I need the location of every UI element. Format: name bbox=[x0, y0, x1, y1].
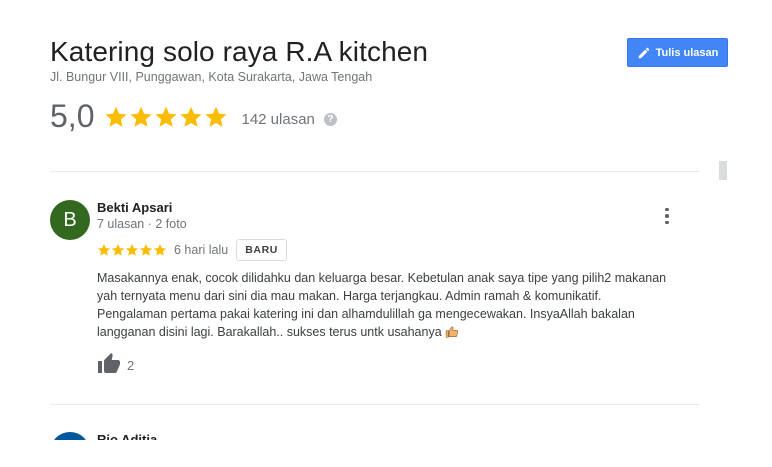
avatar[interactable]: B bbox=[50, 200, 90, 240]
like-button[interactable] bbox=[97, 352, 121, 376]
help-icon[interactable]: ? bbox=[323, 113, 337, 126]
reviewer-meta: 7 ulasan · 2 foto bbox=[97, 217, 187, 231]
scrollbar-thumb[interactable] bbox=[719, 161, 727, 180]
reviewer-name[interactable]: Bekti Apsari bbox=[97, 200, 172, 215]
star-icon bbox=[125, 244, 139, 256]
review-stars bbox=[97, 243, 167, 257]
new-badge: BARU bbox=[236, 239, 287, 261]
review-text: Masakannya enak, cocok dilidahku dan kel… bbox=[97, 269, 697, 341]
review-count[interactable]: 142 ulasan bbox=[241, 111, 314, 128]
review-text-line: Masakannya enak, cocok dilidahku dan kel… bbox=[97, 271, 667, 285]
more-options-icon[interactable] bbox=[657, 204, 677, 228]
rating-value: 5,0 bbox=[50, 98, 95, 134]
write-review-button[interactable]: Tulis ulasan bbox=[627, 38, 728, 67]
review-rating-row: 6 hari lalu BARU bbox=[97, 239, 287, 261]
star-icon bbox=[111, 244, 125, 256]
review-text-line: langganan disini lagi. Barakallah.. suks… bbox=[97, 325, 442, 339]
star-icon bbox=[139, 244, 153, 256]
write-review-label: Tulis ulasan bbox=[655, 46, 719, 59]
star-icon bbox=[155, 106, 177, 127]
rating-summary: 5,0 142 ulasan ? bbox=[50, 98, 337, 135]
place-address: Jl. Bungur VIII, Punggawan, Kota Surakar… bbox=[50, 70, 373, 84]
review-text-line-last: langganan disini lagi. Barakallah.. suks… bbox=[97, 323, 697, 341]
star-icon bbox=[153, 244, 167, 256]
rating-stars bbox=[104, 105, 228, 129]
review-date: 6 hari lalu bbox=[174, 243, 229, 257]
review-text-line: yah ternyata menu dari sini dia mau maka… bbox=[97, 289, 602, 303]
review-text-line: Pengalaman pertama pakai katering ini da… bbox=[97, 307, 635, 321]
thumbs-up-emoji-icon bbox=[445, 326, 458, 338]
pencil-icon bbox=[638, 47, 649, 58]
star-icon bbox=[105, 106, 127, 127]
star-icon bbox=[97, 244, 111, 256]
viewport-cutoff bbox=[0, 440, 772, 467]
divider bbox=[50, 404, 700, 405]
place-title: Katering solo raya R.A kitchen bbox=[50, 36, 429, 67]
reviews-panel: Katering solo raya R.A kitchen Jl. Bungu… bbox=[0, 0, 772, 467]
like-count: 2 bbox=[127, 358, 135, 373]
star-icon bbox=[130, 106, 152, 127]
star-icon bbox=[205, 106, 227, 127]
star-icon bbox=[180, 106, 202, 127]
divider bbox=[50, 171, 700, 172]
thumb-up-icon bbox=[98, 353, 120, 373]
